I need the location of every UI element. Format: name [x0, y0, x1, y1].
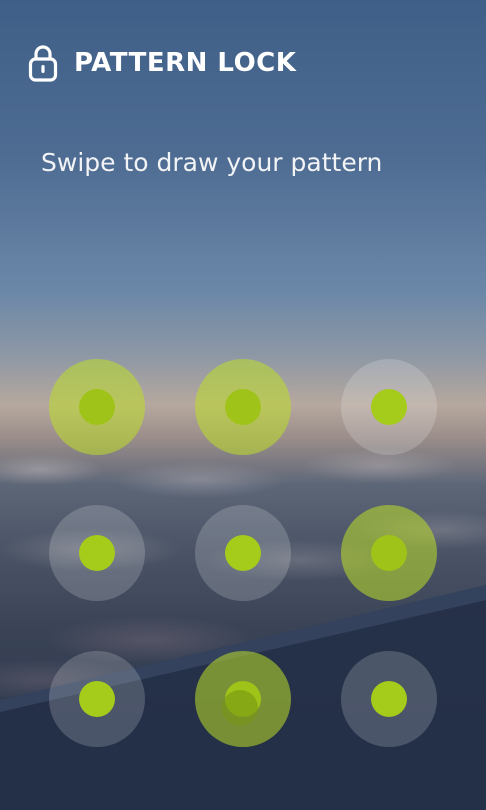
pattern-dot [79, 535, 115, 571]
pattern-dot [79, 389, 115, 425]
pattern-node-6[interactable] [341, 505, 437, 601]
pattern-node-4[interactable] [49, 505, 145, 601]
pattern-dot [225, 535, 261, 571]
pattern-node-7[interactable] [49, 651, 145, 747]
pattern-dot [225, 389, 261, 425]
pattern-dot [79, 681, 115, 717]
pattern-node-2[interactable] [195, 359, 291, 455]
pattern-dot [371, 681, 407, 717]
touch-indicator [222, 690, 258, 726]
pattern-node-1[interactable] [49, 359, 145, 455]
pattern-node-5[interactable] [195, 505, 291, 601]
instruction-text: Swipe to draw your pattern [41, 148, 383, 177]
lock-icon [28, 45, 58, 82]
header: PATTERN LOCK [28, 40, 296, 86]
pattern-dot [371, 535, 407, 571]
pattern-dot [371, 389, 407, 425]
pattern-node-9[interactable] [341, 651, 437, 747]
app-title: PATTERN LOCK [74, 48, 297, 78]
pattern-node-3[interactable] [341, 359, 437, 455]
lock-screen: PATTERN LOCK Swipe to draw your pattern [0, 0, 486, 810]
